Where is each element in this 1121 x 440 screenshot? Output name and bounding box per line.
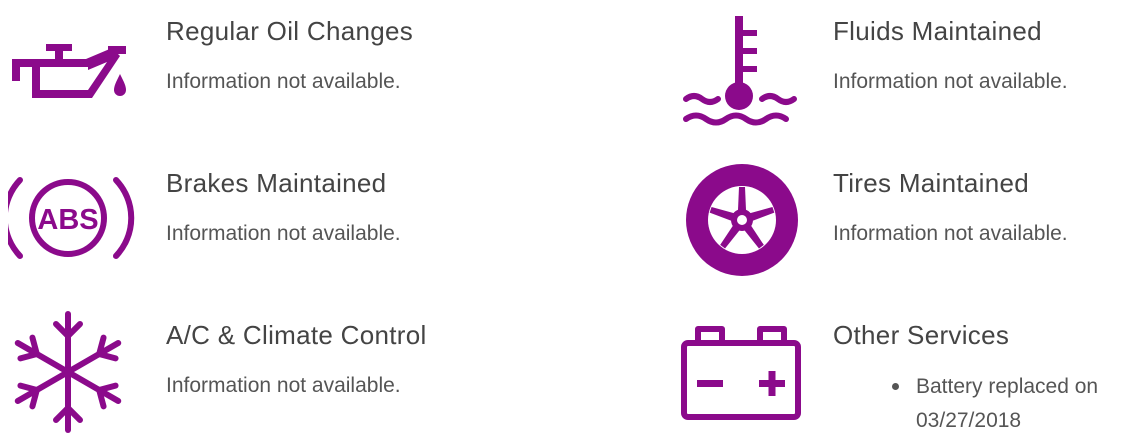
service-item-other: Other Services Battery replaced on 03/27… <box>680 310 1121 440</box>
coolant-temperature-icon <box>680 6 810 136</box>
other-services-list: Battery replaced on 03/27/2018 <box>890 370 1121 438</box>
service-item-brakes: ABS Brakes Maintained Information not av… <box>8 158 468 288</box>
service-description: Information not available. <box>833 70 1068 93</box>
service-description: Information not available. <box>166 70 401 93</box>
service-item-ac: A/C & Climate Control Information not av… <box>8 310 468 440</box>
list-item: Battery replaced on 03/27/2018 <box>890 370 1121 438</box>
service-title: A/C & Climate Control <box>166 320 427 350</box>
service-title: Brakes Maintained <box>166 168 387 198</box>
oil-can-icon <box>8 6 138 136</box>
tire-icon <box>686 162 816 292</box>
service-item-oil: Regular Oil Changes Information not avai… <box>8 6 468 136</box>
service-item-fluids: Fluids Maintained Information not availa… <box>680 6 1121 136</box>
service-title: Tires Maintained <box>833 168 1030 198</box>
service-title: Fluids Maintained <box>833 16 1042 46</box>
service-history-grid: Regular Oil Changes Information not avai… <box>0 0 1121 434</box>
service-title: Other Services <box>833 320 1010 350</box>
service-item-tires: Tires Maintained Information not availab… <box>686 162 1121 292</box>
service-description: Information not available. <box>166 222 401 245</box>
battery-icon <box>680 310 810 440</box>
service-title: Regular Oil Changes <box>166 16 414 46</box>
abs-brake-icon: ABS <box>8 158 138 288</box>
service-description: Information not available. <box>166 374 401 397</box>
abs-label-glyph: ABS <box>37 204 98 236</box>
snowflake-icon <box>8 310 138 440</box>
service-description: Information not available. <box>833 222 1068 245</box>
